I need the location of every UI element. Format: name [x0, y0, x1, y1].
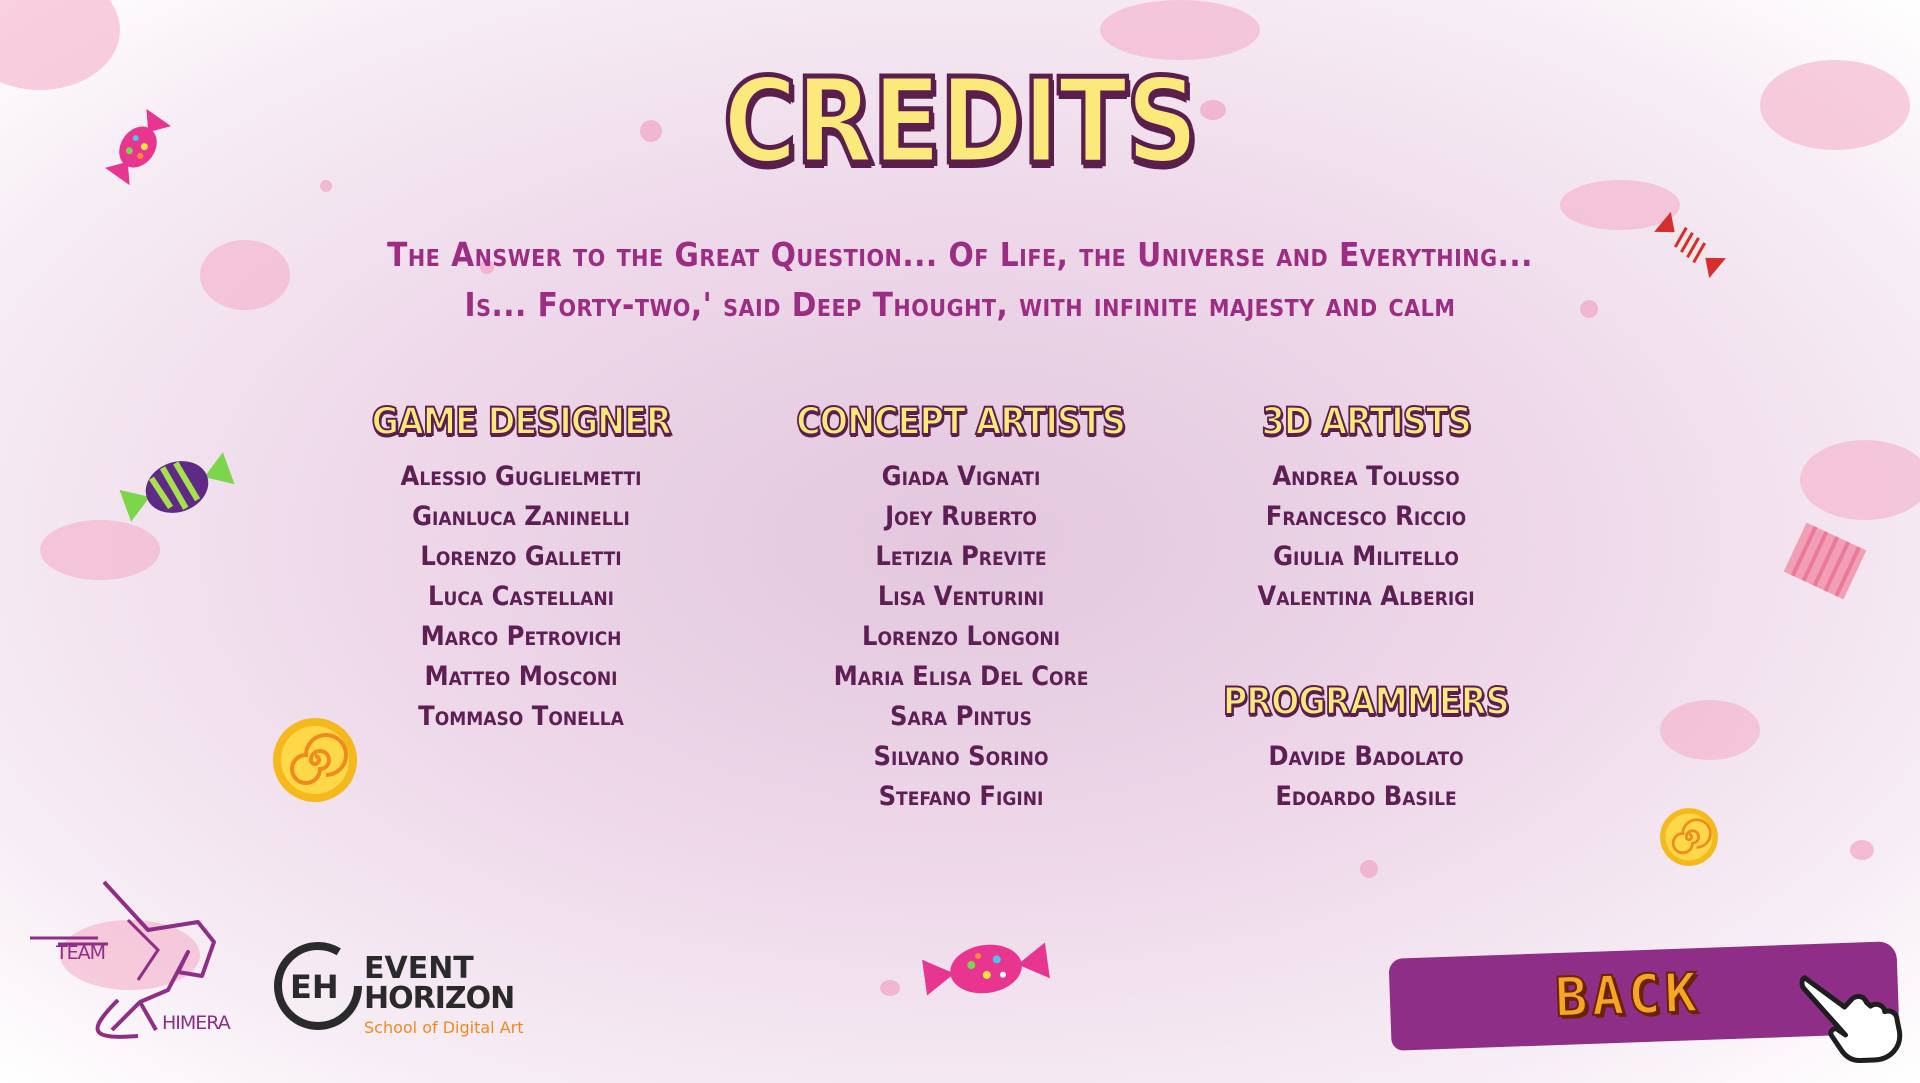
game-designer-section: GAME DESIGNER Alessio Guglielmetti Gianl…: [291, 399, 751, 737]
event-horizon-logo: EH EVENT HORIZON School of Digital Art: [272, 934, 542, 1046]
lollipop-yellow-icon: [1660, 808, 1718, 866]
credit-name: Giulia Militello: [1273, 541, 1459, 572]
credit-name: Letizia Previte: [875, 541, 1047, 572]
candy-red-icon: [1654, 211, 1726, 279]
credit-name: Lisa Venturini: [877, 581, 1045, 612]
credit-name: Edoardo Basile: [1275, 781, 1457, 812]
pointing-hand-icon: [1799, 975, 1903, 1063]
school-logo-line-2: HORIZON: [364, 981, 515, 1016]
credit-name: Stefano Figini: [878, 781, 1044, 812]
credit-name: Tommaso Tonella: [418, 701, 624, 732]
school-logo-line-3: School of Digital Art: [364, 1018, 524, 1037]
event-horizon-emblem-icon: EH: [274, 942, 362, 1030]
credit-name: Joey Ruberto: [885, 501, 1037, 532]
credit-name: Andrea Tolusso: [1272, 461, 1460, 492]
credit-name: Luca Castellani: [428, 581, 614, 612]
section-heading: CONCEPT ARTISTS: [796, 399, 1127, 444]
back-button-label: BACK: [1553, 960, 1703, 1030]
credit-name: Matteo Mosconi: [424, 661, 618, 692]
page-title: CREDITS: [721, 50, 1201, 193]
pink-box-icon: [1783, 522, 1867, 600]
lollipop-yellow-icon: [273, 718, 357, 802]
concept-artists-section: CONCEPT ARTISTS Giada Vignati Joey Ruber…: [731, 399, 1191, 817]
credit-name: Silvano Sorino: [873, 741, 1049, 772]
artists-3d-section: 3D ARTISTS Andrea Tolusso Francesco Ricc…: [1136, 399, 1596, 617]
credit-name: Alessio Guglielmetti: [400, 461, 642, 492]
candy-pink-icon: [922, 942, 1050, 996]
team-logo-line-1: TEAM: [56, 942, 106, 964]
section-heading: GAME DESIGNER: [370, 399, 672, 444]
credit-name: Maria Elisa Del Core: [833, 661, 1089, 692]
credit-name: Davide Badolato: [1268, 741, 1464, 772]
credit-name: Sara Pintus: [890, 701, 1032, 732]
credit-name: Gianluca Zaninelli: [412, 501, 630, 532]
credit-name: Marco Petrovich: [420, 621, 622, 652]
team-chimera-logo: TEAM HIMERA: [28, 880, 231, 1040]
credit-name: Valentina Alberigi: [1257, 581, 1475, 612]
svg-text:EH: EH: [290, 968, 339, 1006]
credit-name: Giada Vignati: [881, 461, 1041, 492]
programmers-section: PROGRAMMERS Davide Badolato Edoardo Basi…: [1136, 679, 1596, 817]
team-logo-line-2: HIMERA: [162, 1012, 231, 1034]
section-heading: PROGRAMMERS: [1222, 679, 1511, 724]
candy-green-icon: [119, 452, 235, 522]
section-heading: 3D ARTISTS: [1261, 399, 1473, 444]
candy-pink-icon: [105, 108, 171, 186]
quote-line-1: The Answer to the Great Question... Of L…: [387, 235, 1533, 274]
credit-name: Lorenzo Galletti: [420, 541, 622, 572]
credit-name: Lorenzo Longoni: [861, 621, 1061, 652]
quote-line-2: Is... Forty-two,' said Deep Thought, wit…: [464, 285, 1456, 324]
school-logo-line-1: EVENT: [364, 951, 474, 986]
credit-name: Francesco Riccio: [1265, 501, 1467, 532]
back-button[interactable]: BACK: [1388, 941, 1903, 1063]
